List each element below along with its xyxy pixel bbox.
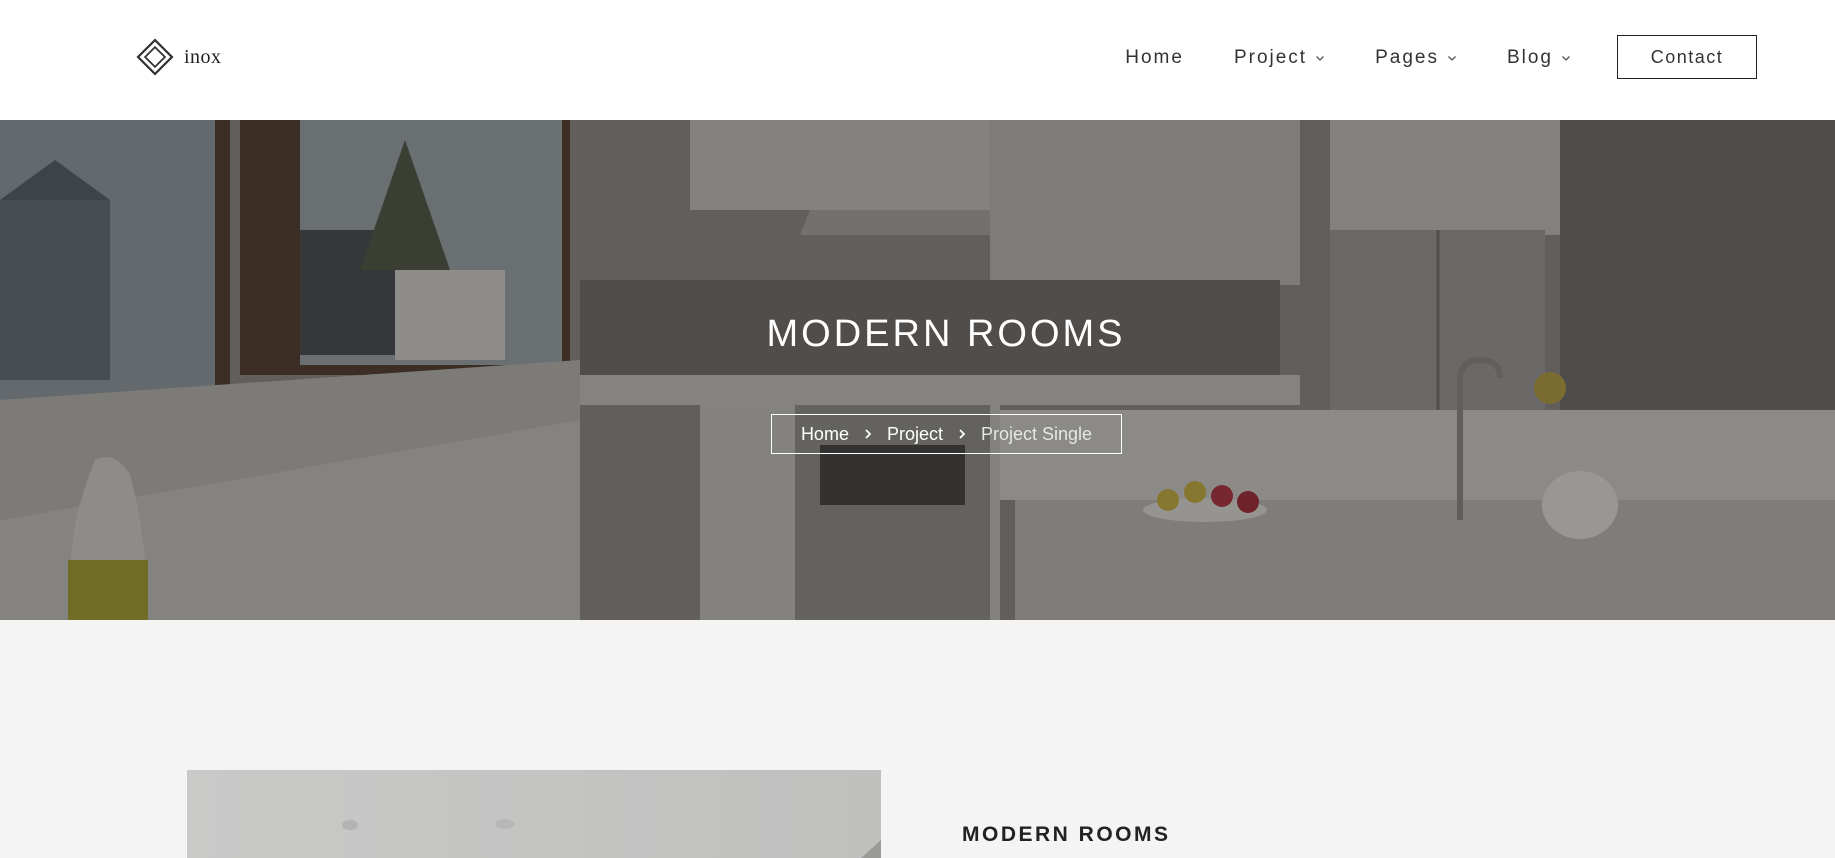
breadcrumb-home[interactable]: Home [801, 424, 849, 445]
hero-overlay [0, 120, 1835, 620]
chevron-down-icon [1562, 56, 1570, 61]
site-header: inox Home Project Pages Blog Contact [0, 0, 1835, 120]
breadcrumb: Home Project Project Single [771, 414, 1122, 454]
nav-item-pages[interactable]: Pages [1375, 47, 1457, 69]
nav-item-label: Blog [1506, 47, 1553, 68]
chevron-down-icon [1448, 56, 1456, 61]
brand-logo[interactable]: inox [136, 38, 222, 76]
brand-name: inox [184, 45, 222, 68]
chevron-right-icon [865, 429, 872, 439]
nav-item-blog[interactable]: Blog [1507, 47, 1571, 69]
nav-item-home[interactable]: Home [1125, 47, 1184, 69]
project-image [187, 770, 881, 858]
breadcrumb-current: Project Single [980, 423, 1093, 444]
nav-item-label: Home [1125, 47, 1184, 68]
page-title: MODERN ROOMS [766, 313, 1126, 356]
main-nav: Home Project Pages Blog [1125, 38, 1571, 78]
nav-item-label: Project [1233, 47, 1308, 68]
contact-button[interactable]: Contact [1617, 35, 1757, 79]
chevron-right-icon [959, 429, 966, 439]
project-content: MODERN ROOMS [0, 620, 1835, 858]
section-title: MODERN ROOMS [962, 823, 1171, 847]
chevron-down-icon [1316, 56, 1325, 61]
nav-item-label: Pages [1375, 47, 1439, 68]
breadcrumb-project[interactable]: Project [887, 424, 943, 445]
nav-item-project[interactable]: Project [1234, 47, 1325, 69]
diamond-logo-icon [136, 38, 174, 76]
hero-banner: MODERN ROOMS Home Project Project Single [0, 120, 1835, 620]
